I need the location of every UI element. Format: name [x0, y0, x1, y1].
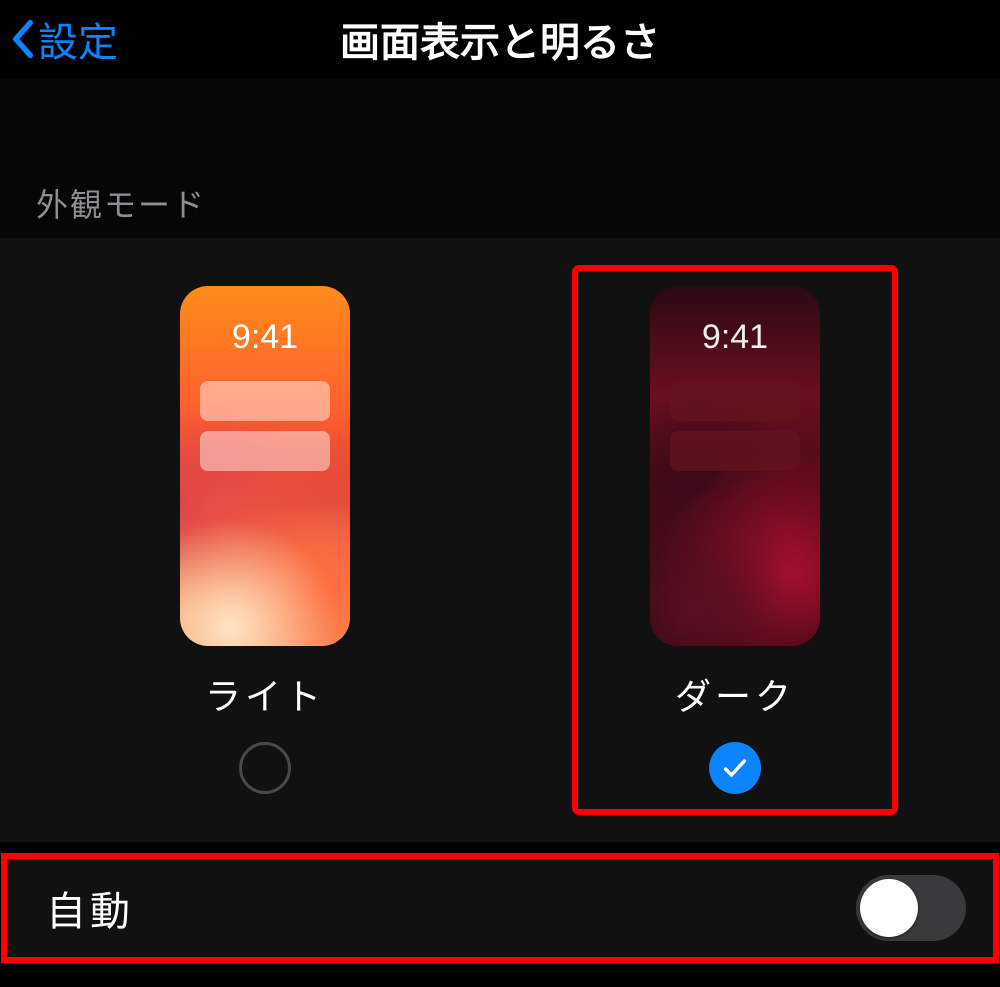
divider [0, 842, 1000, 856]
section-header-appearance: 外観モード [0, 158, 1000, 238]
radio-unchecked-icon[interactable] [239, 742, 291, 794]
auto-row: 自動 [4, 856, 996, 960]
phone-preview-dark: 9:41 [650, 286, 820, 646]
back-label: 設定 [38, 10, 118, 68]
auto-label: 自動 [46, 879, 134, 937]
spacer [0, 78, 1000, 158]
switch-knob-icon [860, 879, 918, 937]
back-button[interactable]: 設定 [0, 10, 118, 68]
preview-widget [200, 431, 330, 471]
navbar: 設定 画面表示と明るさ [0, 0, 1000, 78]
chevron-left-icon [12, 19, 34, 59]
option-label-dark: ダーク [675, 668, 795, 720]
preview-time: 9:41 [180, 318, 350, 357]
appearance-panel: 9:41 ライト 9:41 ダーク [0, 238, 1000, 842]
auto-toggle[interactable] [856, 875, 966, 941]
page-title: 画面表示と明るさ [0, 10, 1000, 68]
preview-widget [200, 381, 330, 421]
option-label-light: ライト [205, 668, 325, 720]
preview-time: 9:41 [650, 318, 820, 357]
radio-checked-icon[interactable] [709, 742, 761, 794]
preview-widget [670, 431, 800, 471]
appearance-option-light[interactable]: 9:41 ライト [105, 268, 425, 812]
checkmark-icon [721, 754, 749, 782]
appearance-option-dark[interactable]: 9:41 ダーク [575, 268, 895, 812]
preview-widget [670, 381, 800, 421]
phone-preview-light: 9:41 [180, 286, 350, 646]
